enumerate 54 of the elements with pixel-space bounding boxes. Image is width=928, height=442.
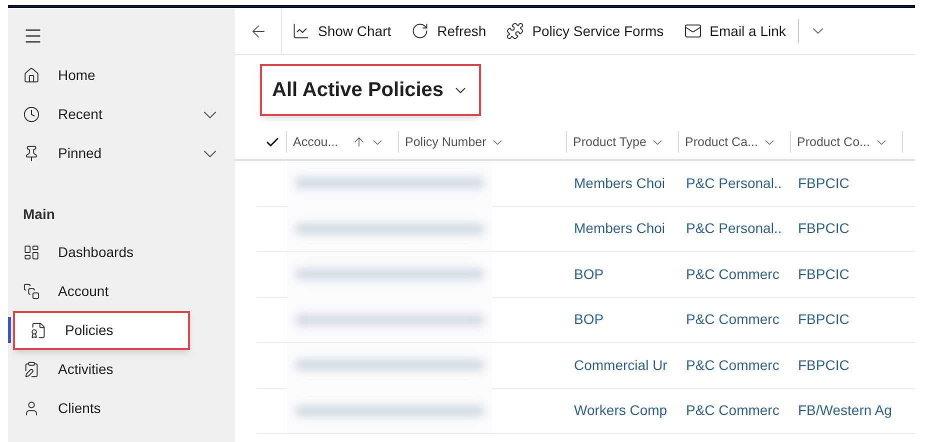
- table-cell[interactable]: P&C Commerc: [679, 264, 791, 285]
- table-cell[interactable]: FBPCIC: [791, 309, 906, 330]
- table-cell[interactable]: P&C Personal..: [679, 218, 791, 240]
- refresh-icon: [411, 22, 430, 40]
- pin-icon: [23, 145, 40, 162]
- table-cell[interactable]: FB/Western Ag: [791, 400, 906, 422]
- table-cell[interactable]: FBPCIC: [791, 172, 906, 194]
- nav-item[interactable]: Recent: [8, 95, 235, 134]
- table-cell[interactable]: P&C Personal..: [679, 172, 791, 194]
- section-heading: Main: [22, 204, 56, 224]
- toolbar-button[interactable]: Email a Link: [674, 8, 796, 54]
- table-row[interactable]: Members Choi P&C Personal.. FBPCIC: [257, 161, 915, 206]
- table-row[interactable]: BOP P&C Commerc FBPCIC: [257, 252, 915, 298]
- toolbar-button[interactable]: Policy Service Forms: [496, 8, 674, 54]
- clock-icon: [23, 106, 40, 123]
- nav-item[interactable]: Dashboards: [8, 233, 235, 272]
- table-cell[interactable]: Workers Comp: [567, 400, 679, 422]
- table-row[interactable]: Commercial Ur P&C Commerc FBPCIC: [257, 343, 915, 388]
- nav-item[interactable]: Clients: [8, 389, 235, 428]
- selection-bar: [8, 317, 11, 343]
- column-header[interactable]: Product Ca...: [678, 131, 790, 153]
- table-cell[interactable]: Commercial Ur: [567, 354, 679, 376]
- person-icon: [23, 400, 40, 417]
- table-cell[interactable]: Members Choi: [567, 172, 679, 194]
- table-cell[interactable]: Members Choi: [567, 218, 679, 240]
- home-icon: [23, 67, 40, 84]
- column-header[interactable]: Accou...: [286, 131, 398, 153]
- nav-item[interactable]: Pinned: [8, 134, 235, 173]
- table-cell[interactable]: FBPCIC: [791, 264, 906, 285]
- toolbar-button[interactable]: Show Chart: [282, 8, 402, 54]
- column-header[interactable]: Product Co...: [790, 131, 902, 153]
- table-cell[interactable]: BOP: [567, 309, 679, 330]
- table-cell[interactable]: FBPCIC: [791, 218, 906, 240]
- toolbar-button[interactable]: Refresh: [401, 8, 496, 54]
- table-cell[interactable]: BOP: [567, 264, 679, 285]
- table-cell[interactable]: P&C Commerc: [679, 400, 791, 422]
- chart-icon: [292, 22, 310, 40]
- dashboard-icon: [23, 244, 40, 261]
- clipboard-icon: [23, 361, 40, 378]
- nav-item[interactable]: Activities: [8, 350, 235, 389]
- mail-icon: [684, 22, 702, 40]
- view-selector[interactable]: All Active Policies: [260, 64, 481, 116]
- table-row[interactable]: BOP P&C Commerc FBPCIC: [257, 298, 915, 343]
- table-row[interactable]: Members Choi P&C Personal.. FBPCIC: [257, 206, 915, 252]
- puzzle-icon: [506, 22, 524, 40]
- table-row[interactable]: Workers Comp P&C Commerc FB/Western Ag: [257, 388, 915, 434]
- table-cell[interactable]: P&C Commerc: [679, 354, 791, 376]
- nav-item[interactable]: Account: [8, 272, 235, 311]
- column-header[interactable]: Product Type: [566, 131, 678, 153]
- table-cell[interactable]: FBPCIC: [791, 354, 906, 376]
- nav-item[interactable]: Home: [8, 56, 235, 95]
- table-cell[interactable]: P&C Commerc: [679, 309, 791, 330]
- column-header[interactable]: Policy Number: [398, 131, 566, 153]
- badge-document-icon: [30, 322, 47, 339]
